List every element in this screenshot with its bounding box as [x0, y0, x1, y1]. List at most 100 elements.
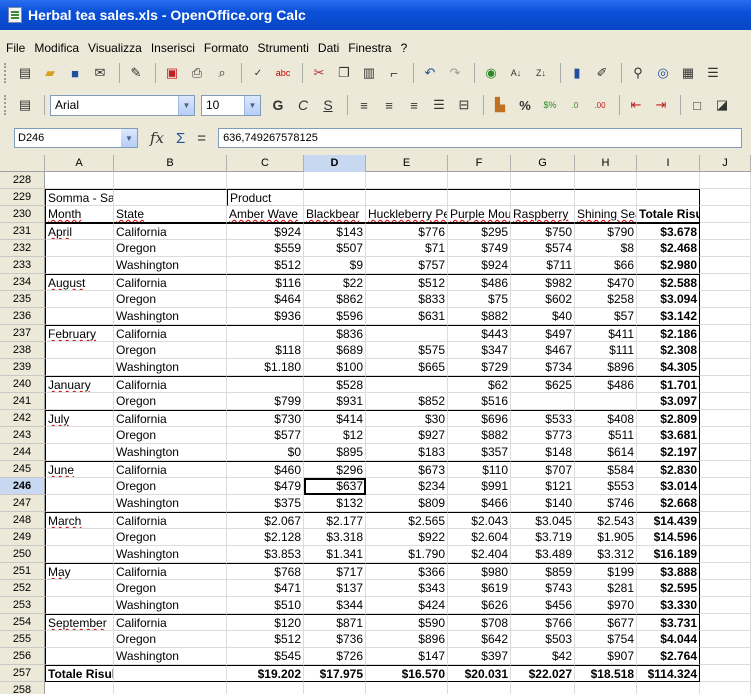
cell-h258[interactable] — [575, 682, 637, 694]
cell-g247[interactable]: $140 — [511, 495, 575, 512]
cell-e252[interactable]: $343 — [366, 580, 448, 597]
cell-e243[interactable]: $927 — [366, 427, 448, 444]
cell-f244[interactable]: $357 — [448, 444, 511, 461]
cell-c244[interactable]: $0 — [227, 444, 304, 461]
cell-a238[interactable] — [45, 342, 114, 359]
cell-i253[interactable]: $3.330 — [637, 597, 700, 614]
cell-b247[interactable]: Washington — [114, 495, 227, 512]
column-header-h[interactable]: H — [575, 155, 637, 172]
cell-h229[interactable] — [575, 189, 637, 206]
cell-f239[interactable]: $729 — [448, 359, 511, 376]
cell-b240[interactable]: California — [114, 376, 227, 393]
cell-a246[interactable] — [45, 478, 114, 495]
cell-i250[interactable]: $16.189 — [637, 546, 700, 563]
cell-f242[interactable]: $696 — [448, 410, 511, 427]
hyperlink-icon[interactable]: ◉ — [480, 62, 502, 84]
format-paintbrush-icon[interactable]: ⌐ — [383, 62, 405, 84]
cell-d256[interactable]: $726 — [304, 648, 366, 665]
cell-g232[interactable]: $574 — [511, 240, 575, 257]
cell-e255[interactable]: $896 — [366, 631, 448, 648]
row-header[interactable]: 255 — [0, 631, 45, 648]
cell-c241[interactable]: $799 — [227, 393, 304, 410]
cell-j234[interactable] — [700, 274, 751, 291]
chevron-down-icon[interactable]: ▼ — [121, 129, 137, 147]
cell-h231[interactable]: $790 — [575, 223, 637, 240]
cell-h238[interactable]: $111 — [575, 342, 637, 359]
cell-j236[interactable] — [700, 308, 751, 325]
row-header[interactable]: 258 — [0, 682, 45, 694]
cell-d243[interactable]: $12 — [304, 427, 366, 444]
cell-h237[interactable]: $411 — [575, 325, 637, 342]
cell-f252[interactable]: $619 — [448, 580, 511, 597]
cell-a234[interactable]: August — [45, 274, 114, 291]
row-header[interactable]: 241 — [0, 393, 45, 410]
cell-e247[interactable]: $809 — [366, 495, 448, 512]
row-header[interactable]: 251 — [0, 563, 45, 580]
cell-i257[interactable]: $114.324 — [637, 665, 700, 682]
cell-b250[interactable]: Washington — [114, 546, 227, 563]
cell-j237[interactable] — [700, 325, 751, 342]
cell-c234[interactable]: $116 — [227, 274, 304, 291]
cell-a255[interactable] — [45, 631, 114, 648]
cell-b239[interactable]: Washington — [114, 359, 227, 376]
cell-h256[interactable]: $907 — [575, 648, 637, 665]
paste-icon[interactable]: ▥ — [358, 62, 380, 84]
cell-h234[interactable]: $470 — [575, 274, 637, 291]
cell-e245[interactable]: $673 — [366, 461, 448, 478]
menu-help[interactable]: ? — [401, 41, 408, 55]
cell-b258[interactable] — [114, 682, 227, 694]
cell-j256[interactable] — [700, 648, 751, 665]
cell-d247[interactable]: $132 — [304, 495, 366, 512]
cell-c246[interactable]: $479 — [227, 478, 304, 495]
cell-j242[interactable] — [700, 410, 751, 427]
cell-f253[interactable]: $626 — [448, 597, 511, 614]
cell-g241[interactable] — [511, 393, 575, 410]
menu-formato[interactable]: Formato — [204, 41, 249, 55]
cell-a258[interactable] — [45, 682, 114, 694]
cell-j245[interactable] — [700, 461, 751, 478]
cell-g228[interactable] — [511, 172, 575, 189]
formula-input[interactable]: 636,749267578125 — [218, 128, 743, 148]
cell-i258[interactable] — [637, 682, 700, 694]
row-header[interactable]: 239 — [0, 359, 45, 376]
cell-h250[interactable]: $3.312 — [575, 546, 637, 563]
cell-i244[interactable]: $2.197 — [637, 444, 700, 461]
cell-g251[interactable]: $859 — [511, 563, 575, 580]
cell-f254[interactable]: $708 — [448, 614, 511, 631]
cell-d244[interactable]: $895 — [304, 444, 366, 461]
cell-e231[interactable]: $776 — [366, 223, 448, 240]
cell-h251[interactable]: $199 — [575, 563, 637, 580]
cell-i232[interactable]: $2.468 — [637, 240, 700, 257]
row-header[interactable]: 247 — [0, 495, 45, 512]
cell-i246[interactable]: $3.014 — [637, 478, 700, 495]
cell-f235[interactable]: $75 — [448, 291, 511, 308]
cell-a236[interactable] — [45, 308, 114, 325]
name-box[interactable]: D246 ▼ — [14, 128, 138, 148]
cell-e248[interactable]: $2.565 — [366, 512, 448, 529]
cell-j244[interactable] — [700, 444, 751, 461]
cell-a243[interactable] — [45, 427, 114, 444]
cell-e254[interactable]: $590 — [366, 614, 448, 631]
cell-a250[interactable] — [45, 546, 114, 563]
cell-h248[interactable]: $2.543 — [575, 512, 637, 529]
currency-icon[interactable]: ▙ — [489, 94, 511, 116]
draw-functions-icon[interactable]: ✐ — [591, 62, 613, 84]
cell-a231[interactable]: April — [45, 223, 114, 240]
column-header-b[interactable]: B — [114, 155, 227, 172]
cell-c235[interactable]: $464 — [227, 291, 304, 308]
cell-f240[interactable]: $62 — [448, 376, 511, 393]
cell-g236[interactable]: $40 — [511, 308, 575, 325]
cell-g255[interactable]: $503 — [511, 631, 575, 648]
cell-e234[interactable]: $512 — [366, 274, 448, 291]
cell-c231[interactable]: $924 — [227, 223, 304, 240]
column-header-d[interactable]: D — [304, 155, 366, 172]
cell-j235[interactable] — [700, 291, 751, 308]
cell-e241[interactable]: $852 — [366, 393, 448, 410]
percent-icon[interactable]: % — [514, 94, 536, 116]
cell-f249[interactable]: $2.604 — [448, 529, 511, 546]
cell-h240[interactable]: $486 — [575, 376, 637, 393]
cell-h252[interactable]: $281 — [575, 580, 637, 597]
cell-h239[interactable]: $896 — [575, 359, 637, 376]
sort-descending-icon[interactable]: Z↓ — [530, 62, 552, 84]
underline-icon[interactable]: S — [317, 94, 339, 116]
